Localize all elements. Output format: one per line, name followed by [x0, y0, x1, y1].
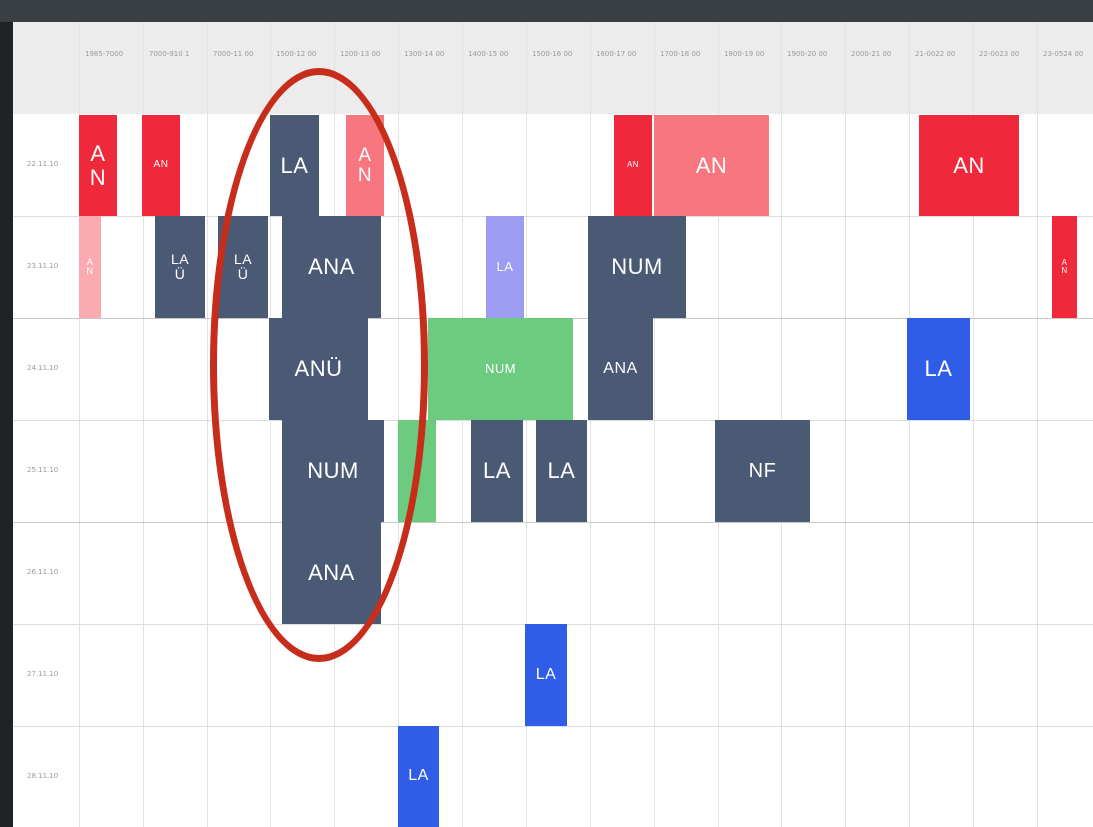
- course-block[interactable]: LA: [471, 420, 523, 522]
- course-block-label: AN: [1061, 257, 1068, 275]
- course-block[interactable]: LA: [486, 216, 524, 318]
- row-label-date: 26.11.10: [27, 568, 59, 576]
- course-block-label: NF: [748, 459, 777, 482]
- grid-column-line: [207, 22, 208, 827]
- row-label-date: 22.11.10: [27, 160, 59, 168]
- course-block[interactable]: ANÜ: [269, 318, 368, 420]
- course-block-label: AN: [413, 461, 421, 479]
- row-label-date: 25.11.10: [27, 466, 59, 474]
- course-block[interactable]: AN: [614, 115, 652, 216]
- course-block-label: NUM: [484, 361, 517, 377]
- column-header: 7000-910 1: [149, 50, 190, 58]
- course-block[interactable]: LA: [536, 420, 587, 522]
- course-block[interactable]: LA Ü: [155, 216, 205, 318]
- course-block[interactable]: LA: [525, 624, 567, 726]
- column-header: 1900-20 00: [787, 50, 828, 58]
- column-header: 1985-7000: [85, 50, 124, 58]
- course-block-label: AN: [153, 159, 169, 171]
- grid-column-line: [590, 22, 591, 827]
- course-block[interactable]: NF: [715, 420, 810, 522]
- grid-column-line: [462, 22, 463, 827]
- course-block[interactable]: AN: [654, 115, 769, 216]
- column-header: 1600-17 00: [596, 50, 637, 58]
- course-block[interactable]: AN: [346, 115, 384, 216]
- course-block-label: NUM: [307, 458, 359, 484]
- course-block-label: NUM: [611, 254, 663, 280]
- course-block-label: LA Ü: [170, 251, 190, 282]
- course-block[interactable]: NUM: [282, 420, 384, 522]
- row-label-date: 27.11.10: [27, 670, 59, 678]
- column-header: 22-0023 00: [979, 50, 1020, 58]
- course-block-label: LA: [547, 458, 576, 484]
- course-block-label: ANA: [308, 254, 355, 280]
- course-block-label: LA: [280, 152, 309, 178]
- course-block[interactable]: AN: [1052, 216, 1077, 318]
- column-header: 23-0524 00: [1043, 50, 1084, 58]
- course-block[interactable]: LA Ü: [218, 216, 268, 318]
- course-block[interactable]: NUM: [588, 216, 686, 318]
- course-block-label: LA: [535, 665, 557, 683]
- course-block[interactable]: ANA: [282, 216, 381, 318]
- column-header: 1400-15 00: [468, 50, 509, 58]
- course-block[interactable]: LA: [398, 726, 439, 827]
- course-block[interactable]: AN: [142, 115, 180, 216]
- column-header: 21-0022 00: [915, 50, 956, 58]
- course-block-label: ANA: [308, 560, 355, 586]
- course-block-label: LA: [924, 356, 953, 382]
- column-header: 1500-12 00: [276, 50, 317, 58]
- grid-column-line: [909, 22, 910, 827]
- column-header: 1700-18 00: [660, 50, 701, 58]
- course-block[interactable]: NUM: [428, 318, 573, 420]
- course-block-label: LA Ü: [233, 251, 253, 282]
- course-block-label: AN: [626, 160, 640, 170]
- course-block[interactable]: AN: [79, 115, 117, 216]
- course-block-label: AN: [89, 141, 107, 190]
- column-header: 2000-21 00: [851, 50, 892, 58]
- grid-row-line: [13, 522, 1093, 523]
- column-header: 1500-16 00: [532, 50, 573, 58]
- course-block[interactable]: LA: [907, 318, 970, 420]
- row-label-date: 23.11.10: [27, 262, 59, 270]
- row-label-date: 24.11.10: [27, 364, 59, 372]
- grid-row-line: [13, 726, 1093, 727]
- course-block[interactable]: ANA: [588, 318, 653, 420]
- course-block[interactable]: AN: [398, 420, 436, 522]
- column-header: 1300-14 00: [404, 50, 445, 58]
- course-block[interactable]: AN: [919, 115, 1019, 216]
- grid-column-line: [1037, 22, 1038, 827]
- course-block-label: AN: [695, 152, 728, 178]
- schedule-grid: 1985-7000 7000-910 1 7000-11 00 1500-12 00 1…: [13, 22, 1093, 827]
- time-header-band: [13, 22, 1093, 114]
- row-label-date: 28.11.10: [27, 771, 59, 780]
- course-block[interactable]: LA: [270, 115, 319, 216]
- column-header: 1800-19 00: [724, 50, 765, 58]
- course-block-label: LA: [483, 458, 511, 484]
- course-block-label: LA: [496, 259, 514, 275]
- grid-column-line: [845, 22, 846, 827]
- course-block-label: AN: [357, 144, 373, 186]
- course-block-label: ANÜ: [294, 356, 343, 382]
- column-header: 1200-13 00: [340, 50, 381, 58]
- course-block[interactable]: ANA: [282, 522, 381, 624]
- window-top-bar: [0, 0, 1093, 22]
- course-block-label: LA: [408, 767, 429, 785]
- course-block-label: AN: [953, 152, 985, 178]
- column-header: 7000-11 00: [213, 50, 254, 58]
- course-block[interactable]: AN: [79, 216, 101, 318]
- course-block-label: ANA: [603, 359, 638, 377]
- course-block-label: AN: [86, 256, 94, 276]
